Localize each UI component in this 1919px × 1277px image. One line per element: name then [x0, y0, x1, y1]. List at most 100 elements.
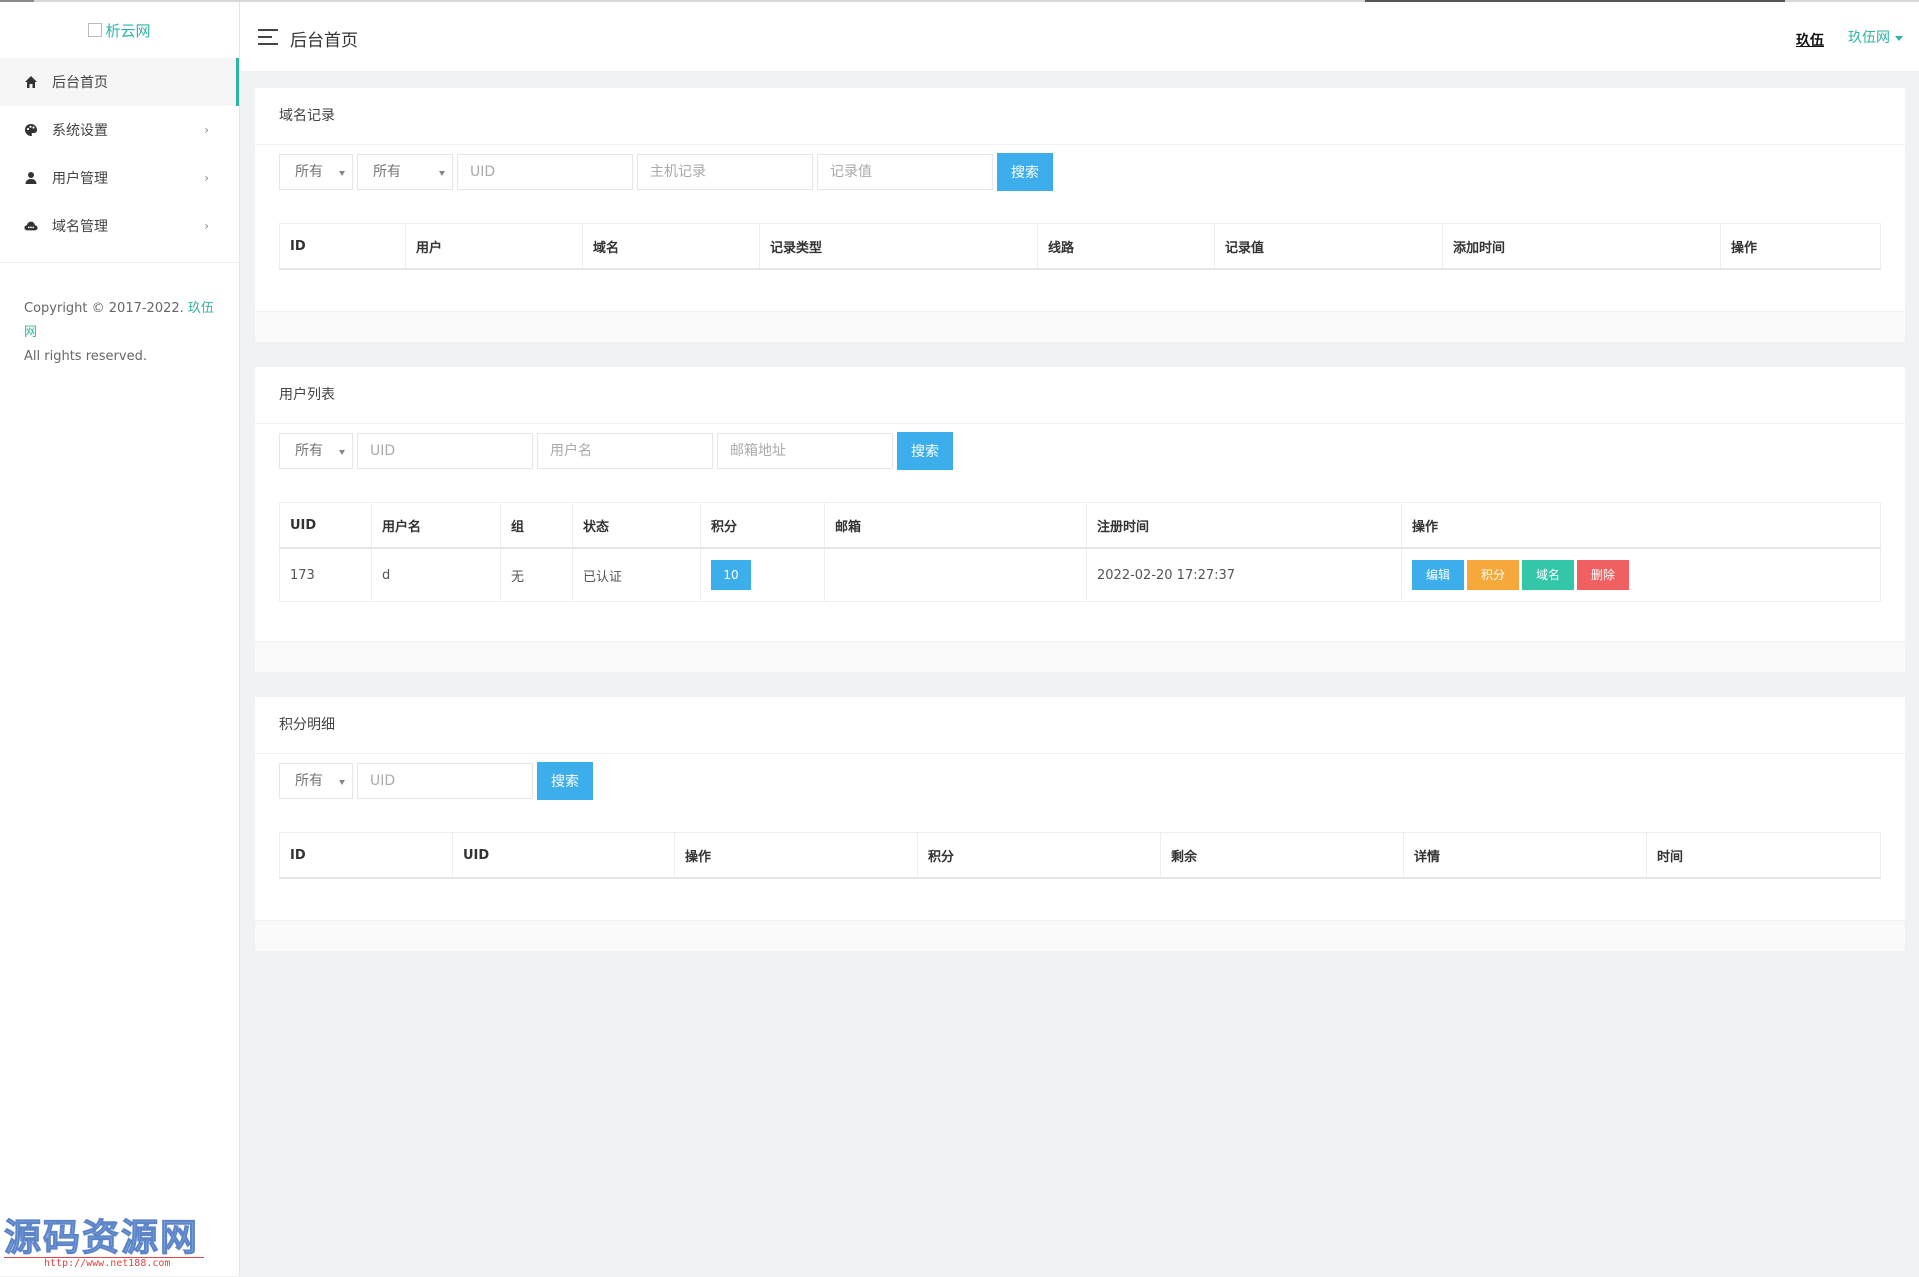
user-icon	[24, 171, 38, 185]
header-username[interactable]: 玖伍	[1796, 30, 1824, 50]
panel-title: 用户列表	[255, 367, 1905, 424]
column-header: 线路	[1037, 223, 1215, 270]
panel-title: 域名记录	[255, 88, 1905, 145]
column-header: 组	[500, 502, 573, 549]
column-header: 操作	[1401, 502, 1881, 549]
logo-alt-text: 析云网	[105, 21, 151, 40]
domain-uid-input[interactable]	[457, 154, 633, 190]
user-search-row: 所有 搜索	[279, 432, 957, 471]
user-search-button[interactable]: 搜索	[897, 432, 953, 470]
table-row: 173 d 无 已认证 10 2022-02-20 17:27:37 编辑 积分域…	[279, 547, 1881, 602]
copyright-suffix: All rights reserved.	[24, 349, 147, 364]
score-search-button[interactable]: 搜索	[537, 762, 593, 800]
cell-username: d	[371, 547, 501, 602]
score-uid-input[interactable]	[357, 763, 533, 799]
cell-score: 10	[700, 547, 825, 602]
cell-group: 无	[500, 547, 573, 602]
panel-footer	[255, 920, 1905, 951]
edit-button[interactable]: 编辑	[1412, 560, 1465, 590]
watermark-text: 源码资源网	[4, 1215, 199, 1260]
score-detail-table: ID UID 操作 积分 剩余 详情 时间	[279, 832, 1881, 879]
column-header: 用户	[405, 223, 583, 270]
user-list-table: UID 用户名 组 状态 积分 邮箱 注册时间 操作 173 d 无 已认证 1…	[279, 502, 1881, 602]
palette-icon	[24, 123, 38, 137]
delete-button[interactable]: 删除	[1577, 560, 1630, 590]
copyright-prefix: Copyright © 2017-2022.	[24, 301, 188, 316]
logo[interactable]: 析云网	[0, 2, 239, 58]
sidebar-item-home[interactable]: 后台首页	[0, 58, 239, 106]
cell-actions: 编辑 积分 域名 删除	[1401, 547, 1881, 602]
broken-image-icon	[88, 23, 103, 37]
copyright: Copyright © 2017-2022. 玖伍网 All rights re…	[0, 263, 239, 369]
domain-filter-select-1[interactable]: 所有	[279, 154, 353, 190]
page-title: 后台首页	[290, 31, 358, 51]
header: 后台首页 玖伍 玖伍网	[240, 2, 1919, 72]
column-header: 状态	[572, 502, 701, 549]
watermark: 源码资源网 http://www.net188.com	[4, 1207, 204, 1277]
column-header: 详情	[1403, 832, 1647, 879]
home-icon	[24, 75, 38, 89]
column-header: 操作	[674, 832, 918, 879]
chevron-right-icon: ›	[204, 123, 209, 137]
panel-footer	[255, 641, 1905, 672]
sidebar: 析云网 后台首页 系统设置 › 用户管理 › 域名管理 › Copyright …	[0, 2, 240, 1276]
column-header: 添加时间	[1442, 223, 1721, 270]
user-filter-select[interactable]: 所有	[279, 433, 353, 469]
domain-filter-select-2[interactable]: 所有	[357, 154, 453, 190]
sidebar-item-label: 用户管理	[52, 171, 108, 187]
cell-status: 已认证	[572, 547, 701, 602]
score-button[interactable]: 积分	[1467, 560, 1520, 590]
table-header-row: UID 用户名 组 状态 积分 邮箱 注册时间 操作	[279, 502, 1881, 549]
sidebar-item-system-settings[interactable]: 系统设置 ›	[0, 106, 239, 154]
column-header: 邮箱	[824, 502, 1087, 549]
column-header: 域名	[582, 223, 760, 270]
panel-footer	[255, 311, 1905, 342]
user-list-panel: 用户列表 所有 搜索 UID 用户名 组 状态 积分 邮箱 注册时间 操作 17…	[255, 367, 1905, 672]
column-header: 时间	[1646, 832, 1881, 879]
domain-search-button[interactable]: 搜索	[997, 153, 1053, 191]
site-dropdown[interactable]: 玖伍网	[1848, 27, 1903, 47]
cloud-icon	[24, 219, 38, 233]
cell-reg-time: 2022-02-20 17:27:37	[1086, 547, 1402, 602]
column-header: 积分	[700, 502, 825, 549]
sidebar-item-label: 域名管理	[52, 219, 108, 235]
domain-search-row: 所有 所有 搜索	[279, 153, 1057, 192]
score-filter-select[interactable]: 所有	[279, 763, 353, 799]
user-username-input[interactable]	[537, 433, 713, 469]
column-header: 注册时间	[1086, 502, 1402, 549]
column-header: ID	[279, 832, 453, 879]
table-header-row: ID UID 操作 积分 剩余 详情 时间	[279, 832, 1881, 879]
column-header: 操作	[1720, 223, 1881, 270]
cell-uid: 173	[279, 547, 372, 602]
column-header: 记录值	[1214, 223, 1443, 270]
sidebar-item-domain-management[interactable]: 域名管理 ›	[0, 202, 239, 250]
column-header: UID	[452, 832, 675, 879]
chevron-right-icon: ›	[204, 219, 209, 233]
column-header: 剩余	[1160, 832, 1404, 879]
domain-value-input[interactable]	[817, 154, 993, 190]
sidebar-item-label: 系统设置	[52, 123, 108, 139]
score-search-row: 所有 搜索	[279, 762, 597, 801]
sidebar-item-label: 后台首页	[52, 75, 108, 91]
column-header: ID	[279, 223, 406, 270]
score-badge[interactable]: 10	[711, 560, 751, 590]
panel-title: 积分明细	[255, 697, 1905, 754]
user-uid-input[interactable]	[357, 433, 533, 469]
site-dropdown-label: 玖伍网	[1848, 30, 1890, 46]
table-header-row: ID 用户 域名 记录类型 线路 记录值 添加时间 操作	[279, 223, 1881, 270]
domain-host-input[interactable]	[637, 154, 813, 190]
sidebar-item-user-management[interactable]: 用户管理 ›	[0, 154, 239, 202]
chevron-right-icon: ›	[204, 171, 209, 185]
menu-toggle-icon[interactable]	[258, 29, 278, 45]
domain-records-table: ID 用户 域名 记录类型 线路 记录值 添加时间 操作	[279, 223, 1881, 270]
user-email-input[interactable]	[717, 433, 893, 469]
column-header: 用户名	[371, 502, 501, 549]
caret-down-icon	[1895, 35, 1903, 41]
column-header: 积分	[917, 832, 1161, 879]
column-header: 记录类型	[759, 223, 1038, 270]
column-header: UID	[279, 502, 372, 549]
score-detail-panel: 积分明细 所有 搜索 ID UID 操作 积分 剩余 详情 时间	[255, 697, 1905, 951]
cell-email	[824, 547, 1087, 602]
domain-records-panel: 域名记录 所有 所有 搜索 ID 用户 域名 记录类型 线路 记录值 添加时间 …	[255, 88, 1905, 342]
domain-button[interactable]: 域名	[1522, 560, 1575, 590]
